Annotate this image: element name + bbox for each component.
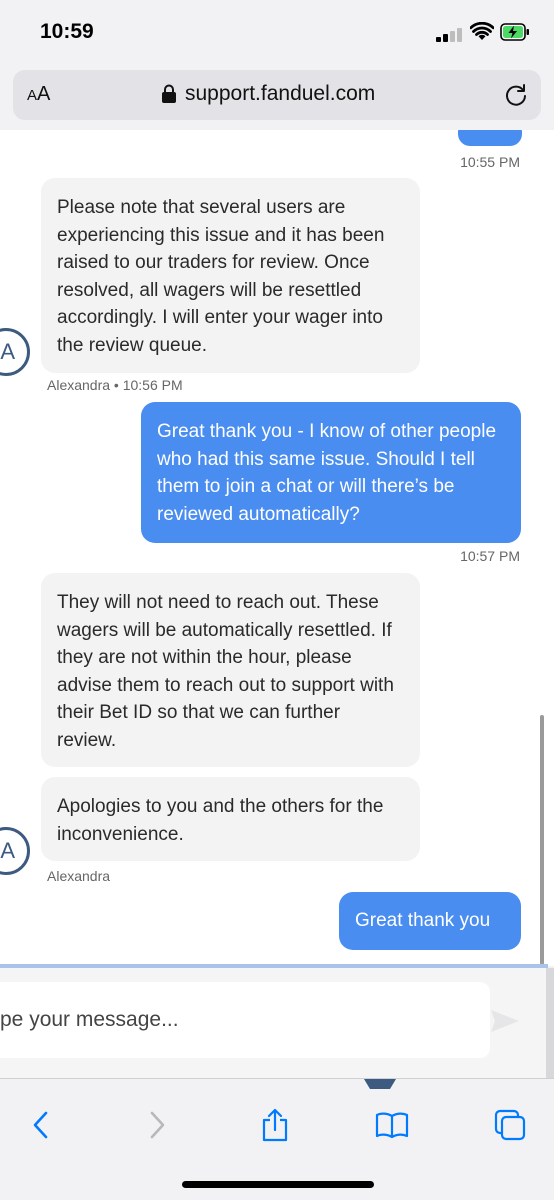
send-icon[interactable]: [490, 1008, 520, 1034]
agent-message-bubble: Apologies to you and the others for the …: [41, 777, 420, 861]
bookmarks-icon: [375, 1112, 409, 1139]
reader-options-button[interactable]: AA: [27, 83, 50, 106]
back-icon: [33, 1111, 48, 1139]
agent-message-meta: Alexandra: [47, 868, 111, 884]
agent-avatar: A: [0, 328, 30, 376]
user-message-bubble: Great thank you - I know of other people…: [141, 402, 521, 543]
battery-charging-icon: [500, 23, 529, 41]
compose-edge: [546, 968, 554, 1078]
status-time: 10:59: [40, 20, 94, 43]
tabs-icon: [494, 1109, 526, 1141]
reload-icon[interactable]: [503, 82, 529, 108]
agent-avatar: A: [0, 827, 30, 875]
url-text[interactable]: support.fanduel.com: [185, 82, 375, 106]
bookmarks-button[interactable]: [374, 1107, 410, 1143]
user-message-bubble-partial: [458, 130, 522, 146]
home-indicator: [182, 1181, 374, 1188]
message-timestamp: 10:55 PM: [460, 154, 520, 170]
lock-icon: [162, 84, 176, 103]
share-icon: [262, 1108, 288, 1142]
user-message-bubble: Great thank you: [339, 892, 521, 950]
address-bar[interactable]: AA support.fanduel.com: [13, 70, 541, 120]
message-input[interactable]: [0, 982, 490, 1058]
back-button[interactable]: [22, 1107, 58, 1143]
wifi-icon: [470, 22, 494, 40]
share-button[interactable]: [257, 1107, 293, 1143]
tabs-button[interactable]: [492, 1107, 528, 1143]
agent-message-bubble: They will not need to reach out. These w…: [41, 573, 420, 767]
agent-message-meta: Alexandra • 10:56 PM: [47, 377, 183, 393]
cellular-signal-icon: [436, 26, 464, 42]
agent-message-bubble: Please note that several users are exper…: [41, 178, 420, 373]
forward-button[interactable]: [140, 1107, 176, 1143]
widget-peek-icon: [364, 1079, 396, 1089]
chat-transcript[interactable]: 10:55 PM Please note that several users …: [0, 130, 554, 966]
forward-icon: [150, 1111, 165, 1139]
status-bar: 10:59: [0, 0, 554, 64]
browser-toolbar: [0, 1078, 554, 1200]
chat-scrollbar[interactable]: [540, 715, 544, 965]
message-timestamp: 10:57 PM: [460, 548, 520, 564]
compose-area: [0, 968, 554, 1078]
